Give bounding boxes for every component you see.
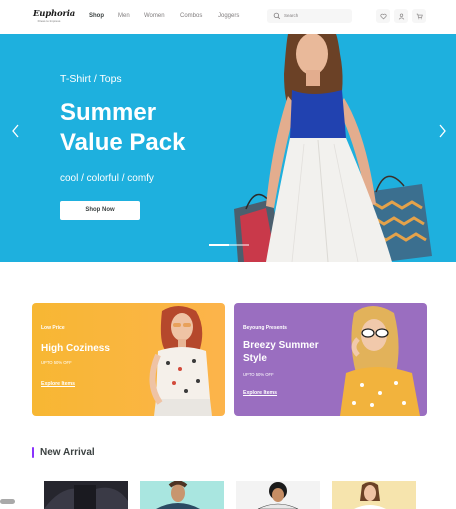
search-icon <box>273 12 281 20</box>
promo-kicker: Low Price <box>41 325 65 331</box>
promo-card-low-price[interactable]: Low Price High Coziness UPTO 50% OFF Exp… <box>32 303 225 416</box>
cart-button[interactable] <box>412 9 426 23</box>
new-arrival-heading: New Arrival <box>40 447 95 458</box>
search-placeholder: Search <box>284 13 299 18</box>
nav-men[interactable]: Men <box>118 13 130 19</box>
nav-women[interactable]: Women <box>144 13 165 19</box>
product-thumbnail[interactable] <box>332 481 416 509</box>
chevron-left-icon[interactable] <box>11 124 21 138</box>
logo[interactable]: Euphoria Dress to Impress <box>33 9 76 24</box>
hero-title: Summer Value Pack <box>60 98 240 158</box>
explore-items-link[interactable]: Explore Items <box>243 390 277 396</box>
promo-title-line1: Breezy Summer <box>243 340 319 351</box>
cart-icon <box>416 13 423 19</box>
hero-eyebrow: T-Shirt / Tops <box>60 73 122 85</box>
logo-tagline: Dress to Impress <box>37 19 61 23</box>
horizontal-scrollbar[interactable] <box>0 499 15 504</box>
promo-model-image <box>149 306 212 416</box>
logo-text: Euphoria <box>33 9 76 19</box>
heart-icon <box>379 13 387 19</box>
carousel-indicator <box>209 244 249 246</box>
promo-offer: UPTO 50% OFF <box>243 372 274 377</box>
promo-model-image <box>340 306 420 416</box>
site-header: Euphoria Dress to Impress Shop Men Women… <box>0 0 456 34</box>
explore-items-link[interactable]: Explore Items <box>41 381 75 387</box>
carousel-dot-1[interactable] <box>209 244 229 246</box>
account-button[interactable] <box>394 9 408 23</box>
promo-title-line2: Style <box>243 353 267 364</box>
nav-combos[interactable]: Combos <box>180 13 202 19</box>
user-icon <box>398 13 404 20</box>
promo-card-beyoung[interactable]: Beyoung Presents Breezy Summer Style UPT… <box>234 303 427 416</box>
promo-kicker: Beyoung Presents <box>243 325 287 331</box>
hero-subtitle: cool / colorful / comfy <box>60 173 154 184</box>
hero-title-line1: Summer <box>60 99 157 126</box>
product-thumbnail[interactable] <box>44 481 128 509</box>
carousel-dot-2[interactable] <box>229 244 249 246</box>
promo-title: Breezy Summer Style <box>243 339 319 365</box>
hero-banner: T-Shirt / Tops Summer Value Pack cool / … <box>0 34 456 262</box>
shop-now-button[interactable]: Shop Now <box>60 201 140 220</box>
nav-joggers[interactable]: Joggers <box>218 13 239 19</box>
hero-title-line2: Value Pack <box>60 129 186 156</box>
promo-title: High Coziness <box>41 343 110 354</box>
promo-offer: UPTO 50% OFF <box>41 360 72 365</box>
search-input[interactable]: Search <box>267 9 352 23</box>
wishlist-button[interactable] <box>376 9 390 23</box>
nav-shop[interactable]: Shop <box>89 13 104 19</box>
product-thumbnail[interactable] <box>236 481 320 509</box>
chevron-right-icon[interactable] <box>437 124 447 138</box>
hero-model-image <box>234 34 432 262</box>
section-accent-bar <box>32 447 34 458</box>
product-thumbnail[interactable] <box>140 481 224 509</box>
